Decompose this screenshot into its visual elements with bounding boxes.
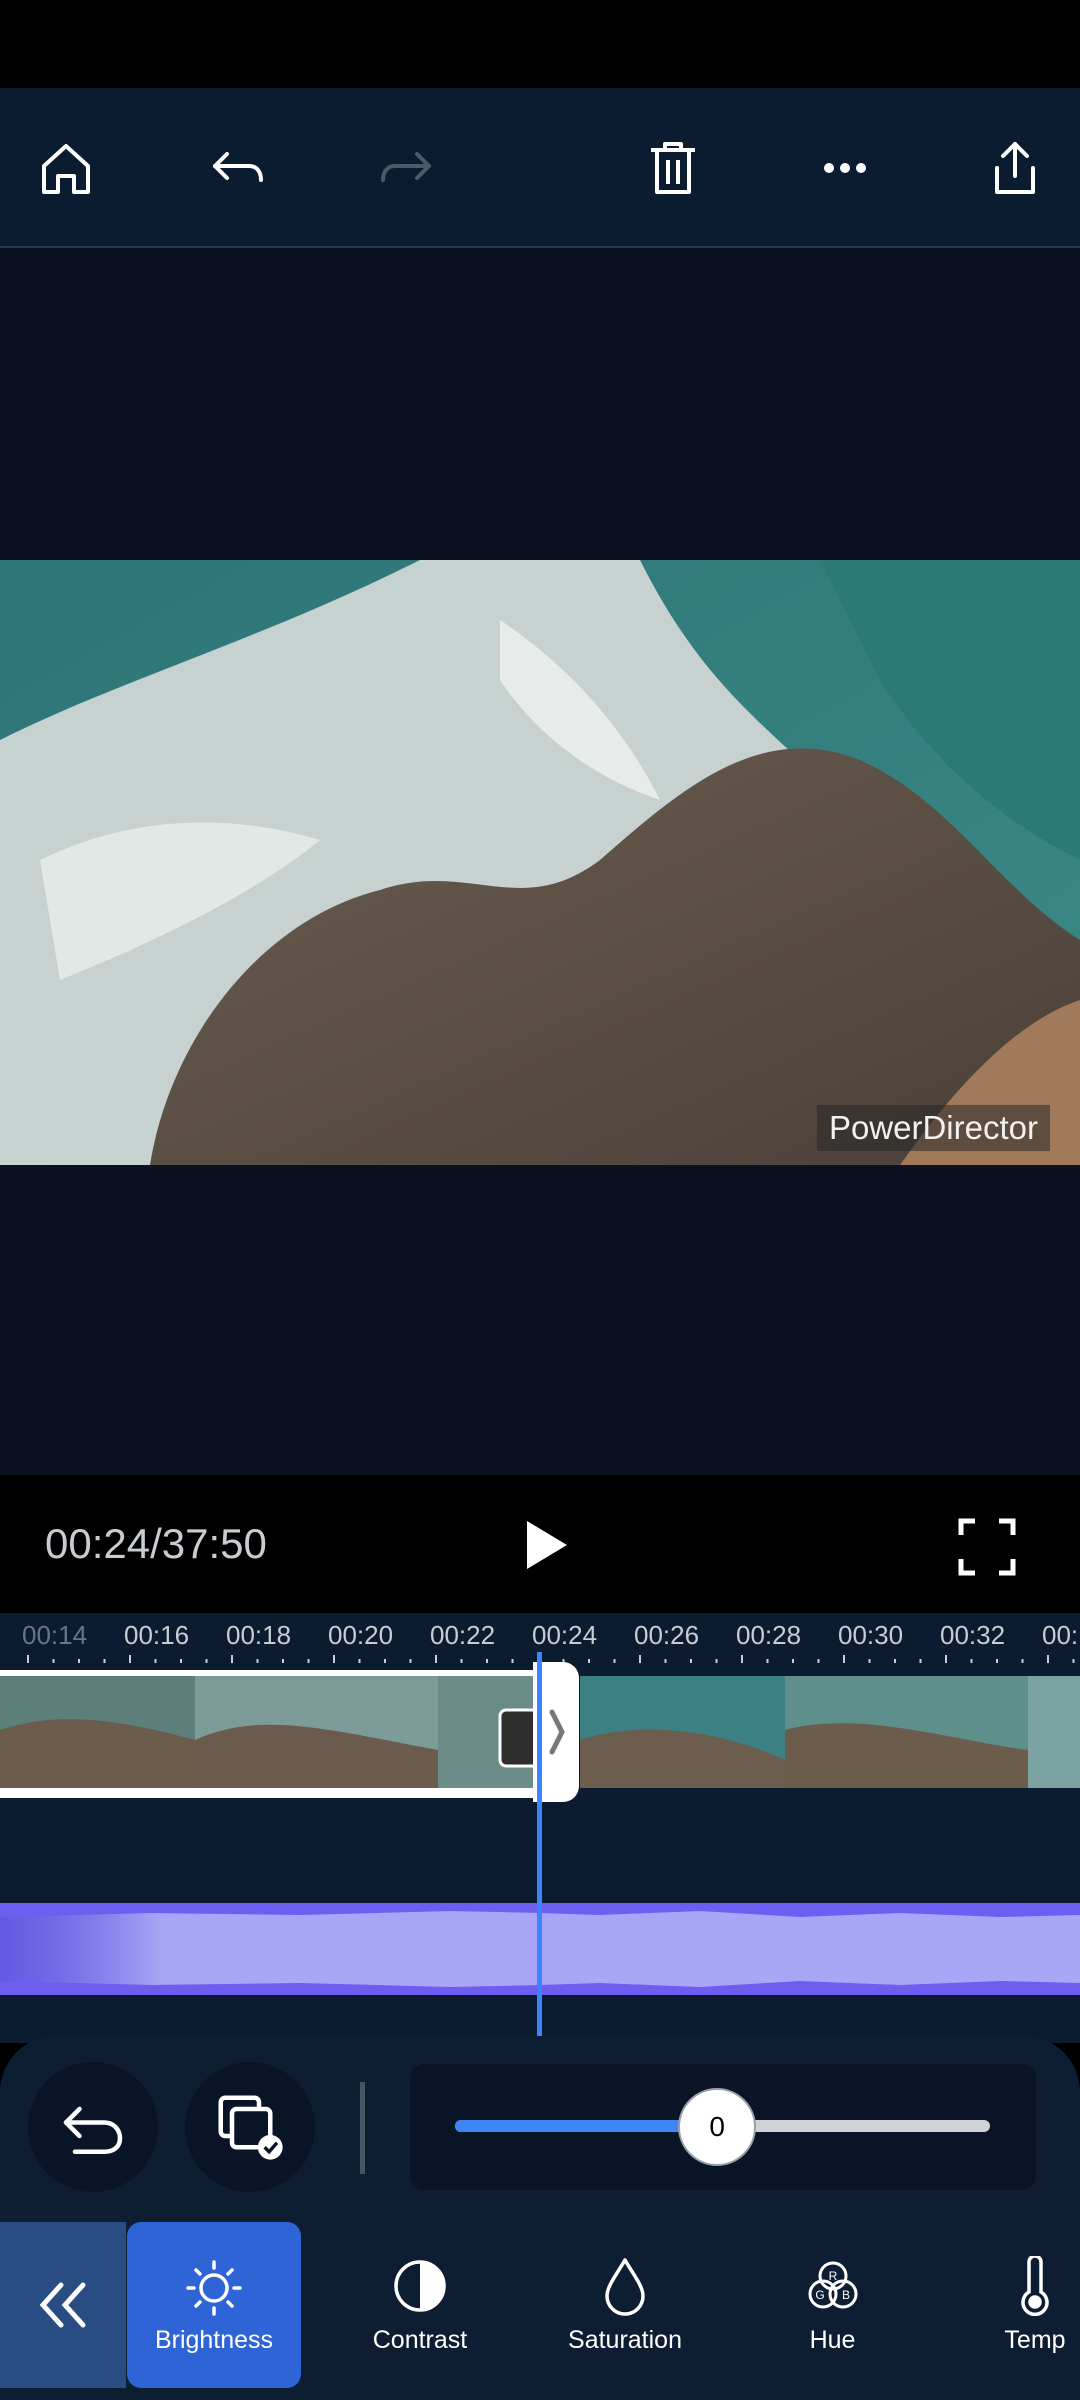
tab-hue[interactable]: R G B Hue [750,2222,915,2388]
timeline-tick-label: 00:22 [430,1620,496,1650]
tab-temp[interactable]: Temp [990,2222,1080,2388]
share-icon [995,142,1035,194]
timeline-tick-label: 00:16 [124,1620,190,1650]
reset-button[interactable] [28,2062,158,2192]
tab-contrast[interactable]: Contrast [330,2222,510,2388]
more-button[interactable] [803,126,887,210]
ocean-rocks-frame [0,560,1080,1165]
tab-label: Temp [1004,2325,1066,2354]
tab-brightness[interactable]: Brightness [127,2222,301,2388]
timeline-tick-label: 00:14 [22,1620,88,1650]
playhead[interactable] [537,1652,542,2037]
divider [360,2082,365,2174]
timecode: 00:24/37:50 [45,1520,267,1567]
home-button[interactable] [24,126,108,210]
play-button[interactable] [515,1515,575,1575]
rgb-icon: R G B [808,2261,857,2308]
more-icon [824,163,866,173]
tab-label: Hue [809,2325,856,2354]
timeline-tick-label: 00:18 [226,1620,292,1650]
fullscreen-button[interactable] [955,1515,1019,1579]
share-button[interactable] [973,126,1057,210]
double-chevron-left-icon [39,2282,86,2328]
watermark: PowerDirector [816,1105,1050,1151]
svg-text:R: R [828,2269,837,2283]
timeline-tick-label: 00:28 [736,1620,802,1650]
sun-icon [186,2259,242,2316]
timeline-tick-label: 00:30 [838,1620,904,1650]
home-icon [42,144,90,194]
status-bar [0,0,1080,88]
redo-button[interactable] [365,126,449,210]
delete-button[interactable] [631,126,715,210]
timeline-tick-label: 00:20 [328,1620,394,1650]
tab-label: Contrast [372,2325,468,2354]
fullscreen-icon [958,1518,1016,1576]
apply-all-icon [218,2095,283,2160]
timeline-tick-label: 00:24 [532,1620,598,1650]
tab-saturation[interactable]: Saturation [540,2222,710,2388]
tab-label: Brightness [154,2325,274,2354]
redo-icon [381,152,431,182]
timeline-tick-label: 00: [1042,1620,1079,1650]
svg-text:G: G [815,2288,824,2302]
contrast-icon [394,2259,446,2312]
trash-icon [651,142,695,194]
video-preview[interactable] [0,560,1080,1165]
collapse-button[interactable] [0,2222,126,2388]
top-toolbar [0,88,1080,248]
timeline-tick-label: 00:32 [940,1620,1006,1650]
brightness-slider-knob[interactable]: 0 [678,2088,757,2166]
clip-thumbnails [580,1676,1080,1788]
drop-icon [605,2257,645,2316]
tab-label: Saturation [568,2325,682,2354]
play-icon [527,1521,567,1569]
reset-icon [63,2106,123,2154]
apply-to-all-button[interactable] [185,2062,315,2192]
clip-thumbnails-selected [0,1676,542,1788]
undo-icon [213,152,263,182]
thermometer-icon [1021,2255,1049,2316]
svg-text:B: B [841,2288,849,2302]
timeline-tick-label: 00:26 [634,1620,700,1650]
undo-button[interactable] [195,126,279,210]
